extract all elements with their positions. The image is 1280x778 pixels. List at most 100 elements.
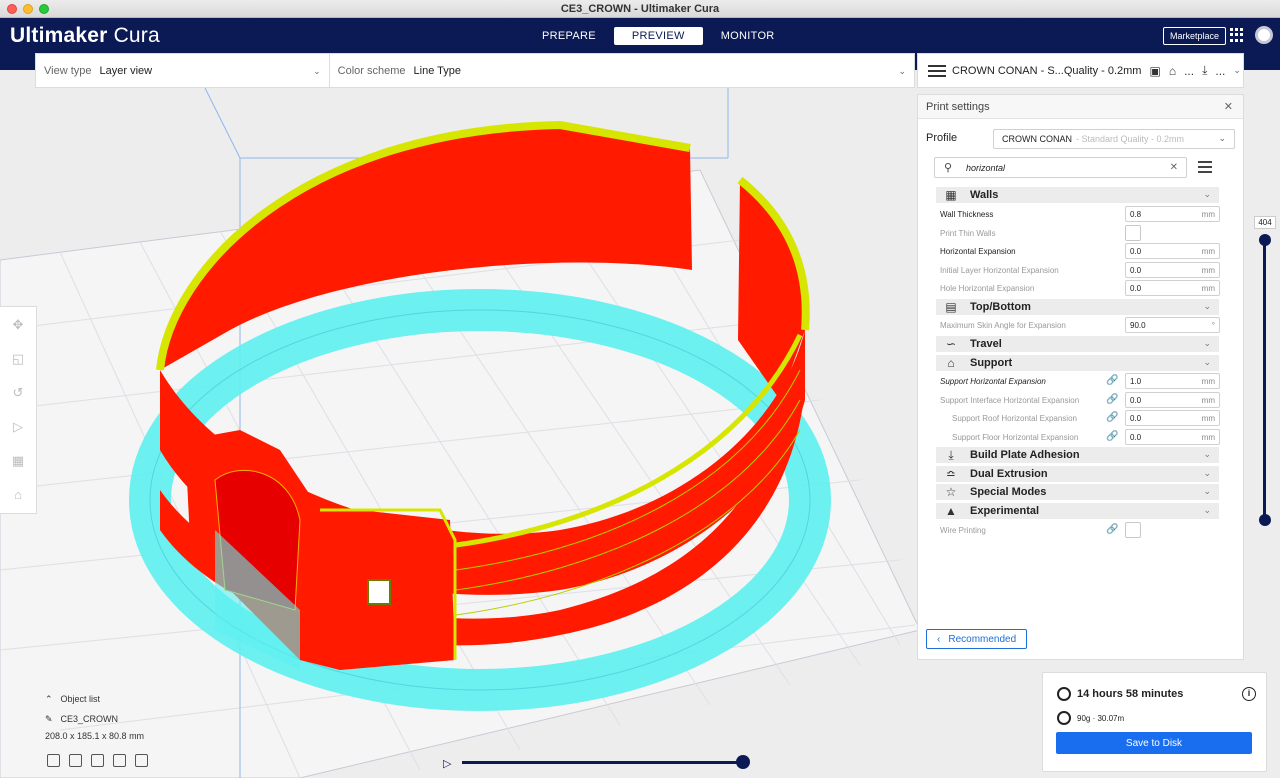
support-interface-horizontal-expansion-input[interactable]: 0.0 mm xyxy=(1125,392,1220,408)
chevron-down-icon: ⌄ xyxy=(1203,449,1211,459)
initial-layer-horizontal-expansion-input[interactable]: 0.0 mm xyxy=(1125,262,1220,278)
link-icon[interactable]: 🔗 xyxy=(1106,375,1118,386)
marketplace-button[interactable]: Marketplace xyxy=(1163,27,1227,45)
scale-tool-icon[interactable]: ◱ xyxy=(10,351,26,367)
hole-horizontal-expansion-input[interactable]: 0.0 mm xyxy=(1125,280,1220,296)
category-travel[interactable]: ∽ Travel ⌄ xyxy=(936,336,1219,352)
minimize-window-button[interactable] xyxy=(23,4,33,14)
window-controls[interactable] xyxy=(7,4,49,14)
print-thin-walls-checkbox[interactable] xyxy=(1125,225,1141,241)
category-build-plate-adhesion[interactable]: ⤓ Build Plate Adhesion ⌄ xyxy=(936,447,1219,463)
print-settings-panel: Print settings ✕ Profile CROWN CONAN - S… xyxy=(917,94,1244,660)
clear-search-icon[interactable]: ✕ xyxy=(1170,162,1178,173)
sliders-icon xyxy=(928,64,946,78)
chevron-down-icon: ⌄ xyxy=(1203,357,1211,367)
material-estimate: 90g · 30.07m xyxy=(1057,711,1124,725)
link-icon[interactable]: 🔗 xyxy=(1106,412,1118,423)
tab-prepare[interactable]: PREPARE xyxy=(524,27,614,45)
support-floor-horizontal-expansion-input[interactable]: 0.0 mm xyxy=(1125,429,1220,445)
per-model-settings-icon[interactable]: ▦ xyxy=(10,453,26,469)
chevron-down-icon: ⌄ xyxy=(1233,65,1241,75)
search-icon: ⚲ xyxy=(944,162,953,174)
wall-thickness-input[interactable]: 0.8 mm xyxy=(1125,206,1220,222)
view-top-icon[interactable] xyxy=(91,754,104,767)
account-avatar-icon[interactable] xyxy=(1255,26,1273,44)
chevron-up-icon: ⌃ xyxy=(45,694,53,704)
link-icon[interactable]: 🔗 xyxy=(1106,431,1118,442)
star-icon: ☆ xyxy=(945,485,957,499)
category-top-bottom[interactable]: ▤ Top/Bottom ⌄ xyxy=(936,299,1219,315)
setting-wall-thickness: Wall Thickness 0.8 mm xyxy=(940,206,1222,222)
tab-preview[interactable]: PREVIEW xyxy=(613,27,703,45)
extruder-summary: ... xyxy=(1215,63,1226,78)
setting-max-skin-angle: Maximum Skin Angle for Expansion 90.0 ° xyxy=(940,317,1222,333)
chevron-down-icon: ⌄ xyxy=(1203,486,1211,496)
view-options-bar: View type Layer view ⌄ Color scheme Line… xyxy=(35,53,915,88)
object-list-toggle[interactable]: ⌃ Object list xyxy=(45,694,100,705)
top-bottom-icon: ▤ xyxy=(945,300,957,314)
category-support[interactable]: ⌂ Support ⌄ xyxy=(936,355,1219,371)
wire-printing-checkbox[interactable] xyxy=(1125,522,1141,538)
chevron-down-icon: ⌄ xyxy=(898,66,906,76)
object-list-item[interactable]: ✎ CE3_CROWN xyxy=(45,714,118,725)
recommended-button[interactable]: ‹ Recommended xyxy=(926,629,1028,649)
support-roof-horizontal-expansion-input[interactable]: 0.0 mm xyxy=(1125,410,1220,426)
setting-support-horizontal-expansion: Support Horizontal Expansion 🔗 1.0 mm xyxy=(940,373,1222,389)
category-walls[interactable]: ▦ Walls ⌄ xyxy=(936,187,1219,203)
play-icon[interactable]: ▷ xyxy=(443,757,451,770)
category-dual-extrusion[interactable]: ≏ Dual Extrusion ⌄ xyxy=(936,466,1219,482)
path-slider-track[interactable] xyxy=(462,761,742,764)
path-slider-handle[interactable] xyxy=(736,755,750,769)
view-front-icon[interactable] xyxy=(69,754,82,767)
profile-select[interactable]: CROWN CONAN - Standard Quality - 0.2mm ⌄ xyxy=(993,129,1235,149)
chevron-left-icon: ‹ xyxy=(937,633,941,645)
stage-tabs: PREPARE PREVIEW MONITOR xyxy=(524,27,793,45)
support-blocker-icon[interactable]: ⌂ xyxy=(10,487,26,503)
print-setup-selector[interactable]: CROWN CONAN - S...Quality - 0.2mm ▣ ⌂ ..… xyxy=(917,53,1244,88)
max-skin-angle-input[interactable]: 90.0 ° xyxy=(1125,317,1220,333)
info-icon[interactable]: i xyxy=(1242,687,1256,701)
object-dimensions: 208.0 x 185.1 x 80.8 mm xyxy=(45,731,145,741)
close-icon[interactable]: ✕ xyxy=(1224,100,1233,113)
tab-monitor[interactable]: MONITOR xyxy=(703,27,793,45)
setting-initial-layer-horizontal-expansion: Initial Layer Horizontal Expansion 0.0 mm xyxy=(940,262,1222,278)
chevron-down-icon: ⌄ xyxy=(1203,189,1211,199)
apps-grid-icon[interactable] xyxy=(1230,28,1244,42)
print-time: 14 hours 58 minutes xyxy=(1057,687,1183,701)
rotate-tool-icon[interactable]: ↺ xyxy=(10,385,26,401)
layer-slider-lower-handle[interactable] xyxy=(1259,514,1271,526)
download-icon: ⤓ xyxy=(1202,63,1208,77)
close-window-button[interactable] xyxy=(7,4,17,14)
dual-extrusion-icon: ≏ xyxy=(945,467,957,481)
move-tool-icon[interactable]: ✥ xyxy=(10,317,26,333)
window-title: CE3_CROWN - Ultimaker Cura xyxy=(560,2,720,15)
view-type-select[interactable]: View type Layer view ⌄ xyxy=(36,54,330,87)
spool-icon xyxy=(1057,711,1071,725)
zoom-window-button[interactable] xyxy=(39,4,49,14)
horizontal-expansion-input[interactable]: 0.0 mm xyxy=(1125,243,1220,259)
color-scheme-select[interactable]: Color scheme Line Type ⌄ xyxy=(330,54,914,87)
layer-slider-track[interactable] xyxy=(1263,240,1266,520)
category-experimental[interactable]: ▲ Experimental ⌄ xyxy=(936,503,1219,519)
view-3d-icon[interactable] xyxy=(47,754,60,767)
setting-print-thin-walls: Print Thin Walls xyxy=(940,225,1222,241)
setting-support-interface-horizontal-expansion: Support Interface Horizontal Expansion 🔗… xyxy=(940,392,1222,408)
support-horizontal-expansion-input[interactable]: 1.0 mm xyxy=(1125,373,1220,389)
layer-slider-upper-handle[interactable] xyxy=(1259,234,1271,246)
layer-number-field[interactable]: 404 xyxy=(1254,216,1276,229)
profile-row: Profile CROWN CONAN - Standard Quality -… xyxy=(918,129,1243,149)
link-icon[interactable]: 🔗 xyxy=(1106,524,1118,535)
view-left-icon[interactable] xyxy=(113,754,126,767)
flask-icon: ▲ xyxy=(945,504,957,518)
category-special-modes[interactable]: ☆ Special Modes ⌄ xyxy=(936,484,1219,500)
settings-menu-icon[interactable] xyxy=(1198,161,1212,173)
mirror-tool-icon[interactable]: ▷ xyxy=(10,419,26,435)
print-setup-summary: CROWN CONAN - S...Quality - 0.2mm xyxy=(952,64,1142,77)
link-icon[interactable]: 🔗 xyxy=(1106,394,1118,405)
settings-search-input[interactable]: ⚲ horizontal ✕ xyxy=(934,157,1187,178)
setting-support-floor-horizontal-expansion: Support Floor Horizontal Expansion 🔗 0.0… xyxy=(952,429,1222,445)
chevron-down-icon: ⌄ xyxy=(1203,301,1211,311)
view-right-icon[interactable] xyxy=(135,754,148,767)
print-information-panel: 14 hours 58 minutes i 90g · 30.07m Save … xyxy=(1042,672,1267,772)
save-to-disk-button[interactable]: Save to Disk xyxy=(1056,732,1252,754)
